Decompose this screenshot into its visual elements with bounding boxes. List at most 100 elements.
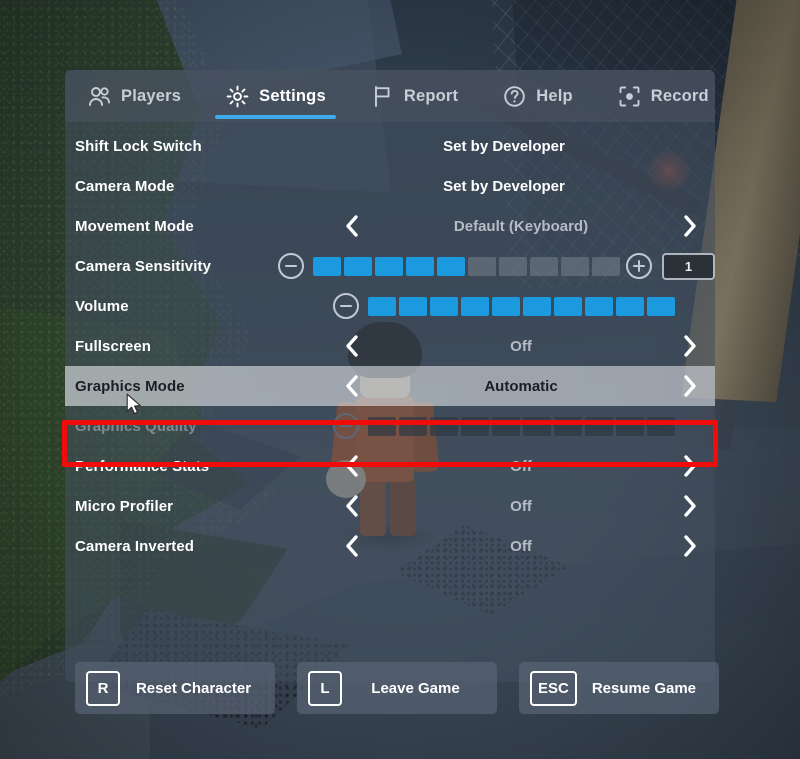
row-control: Off xyxy=(333,486,715,526)
slider-segment xyxy=(368,416,396,436)
tab-label: Help xyxy=(536,86,573,105)
chevron-left-icon[interactable] xyxy=(335,489,369,523)
row-value: Off xyxy=(510,497,532,515)
row-control: Off xyxy=(333,446,715,486)
tab-players[interactable]: Players xyxy=(65,70,203,122)
chevron-right-icon[interactable] xyxy=(673,369,707,403)
volume-slider[interactable] xyxy=(368,296,675,316)
chevron-right-icon[interactable] xyxy=(673,449,707,483)
slider-segment[interactable] xyxy=(592,256,620,276)
slider-segment[interactable] xyxy=(368,296,396,316)
reset-character-button[interactable]: R Reset Character xyxy=(75,662,275,714)
slider-segment[interactable] xyxy=(492,296,520,316)
slider-segment[interactable] xyxy=(616,296,644,316)
row-control: Set by Developer xyxy=(333,166,715,206)
decrease-button[interactable] xyxy=(333,293,359,319)
record-icon xyxy=(617,84,642,109)
graphics-quality-slider xyxy=(368,416,675,436)
row-label: Movement Mode xyxy=(75,217,194,235)
slider-segment[interactable] xyxy=(585,296,613,316)
settings-row: Performance Stats Off xyxy=(65,446,715,486)
slider-segment[interactable] xyxy=(523,296,551,316)
row-label: Volume xyxy=(75,297,129,315)
row-value: Off xyxy=(510,537,532,555)
leave-game-button[interactable]: L Leave Game xyxy=(297,662,497,714)
minus-icon xyxy=(340,424,352,428)
decrease-button xyxy=(333,413,359,439)
slider-segment[interactable] xyxy=(399,296,427,316)
tab-report[interactable]: Report xyxy=(348,70,480,122)
tab-label: Report xyxy=(403,86,459,105)
increase-button[interactable] xyxy=(626,253,652,279)
slider-segment[interactable] xyxy=(647,296,675,316)
row-label: Graphics Mode xyxy=(75,377,185,395)
camera-sensitivity-slider[interactable] xyxy=(313,256,620,276)
slider-segment xyxy=(647,416,675,436)
slider-segment[interactable] xyxy=(499,256,527,276)
chevron-right-icon[interactable] xyxy=(673,329,707,363)
slider-segment xyxy=(554,416,582,436)
key-hint: ESC xyxy=(530,670,577,706)
slider-segment[interactable] xyxy=(561,256,589,276)
row-label: Graphics Quality xyxy=(75,417,197,435)
resume-game-button[interactable]: ESC Resume Game xyxy=(519,662,719,714)
slider-segment xyxy=(492,416,520,436)
row-control: Set by Developer xyxy=(333,126,715,166)
tab-label: Players xyxy=(121,86,182,105)
slider-segment[interactable] xyxy=(375,256,403,276)
question-icon xyxy=(502,84,527,109)
slider-segment[interactable] xyxy=(430,296,458,316)
row-control xyxy=(333,406,715,446)
menu-tab-bar: Players Settings Report Help Record xyxy=(65,70,715,122)
slider-segment[interactable] xyxy=(406,256,434,276)
row-control xyxy=(333,286,715,326)
minus-icon xyxy=(285,264,297,268)
camera-sensitivity-input[interactable]: 1 xyxy=(662,252,715,280)
gear-icon xyxy=(225,84,250,109)
settings-row: Graphics Quality xyxy=(65,406,715,446)
button-label: Reset Character xyxy=(135,679,252,697)
row-value: Set by Developer xyxy=(443,177,565,195)
flag-icon xyxy=(370,84,395,109)
slider-segment[interactable] xyxy=(344,256,372,276)
row-control: Automatic xyxy=(333,366,715,406)
chevron-left-icon[interactable] xyxy=(335,529,369,563)
settings-row: Micro Profiler Off xyxy=(65,486,715,526)
chevron-left-icon[interactable] xyxy=(335,209,369,243)
settings-row: Camera Sensitivity 1 xyxy=(65,246,715,286)
slider-segment[interactable] xyxy=(461,296,489,316)
key-hint: L xyxy=(308,670,342,706)
settings-panel: Shift Lock Switch Set by Developer Camer… xyxy=(62,122,719,714)
settings-row: Volume xyxy=(65,286,715,326)
slider-segment[interactable] xyxy=(313,256,341,276)
slider-segment xyxy=(461,416,489,436)
chevron-left-icon[interactable] xyxy=(335,449,369,483)
chevron-right-icon[interactable] xyxy=(673,529,707,563)
row-control: 1 xyxy=(278,246,715,286)
row-control: Default (Keyboard) xyxy=(333,206,715,246)
tab-record[interactable]: Record xyxy=(595,70,731,122)
row-label: Camera Inverted xyxy=(75,537,195,555)
decrease-button[interactable] xyxy=(278,253,304,279)
slider-segment[interactable] xyxy=(554,296,582,316)
settings-row-graphics-mode[interactable]: Graphics Mode Automatic xyxy=(65,366,715,406)
slider-segment xyxy=(399,416,427,436)
chevron-left-icon[interactable] xyxy=(335,369,369,403)
slider-segment[interactable] xyxy=(468,256,496,276)
chevron-left-icon[interactable] xyxy=(335,329,369,363)
row-label: Fullscreen xyxy=(75,337,152,355)
slider-segment[interactable] xyxy=(437,256,465,276)
tab-settings[interactable]: Settings xyxy=(203,70,348,122)
row-value: Off xyxy=(510,457,532,475)
row-label: Camera Mode xyxy=(75,177,175,195)
chevron-right-icon[interactable] xyxy=(673,209,707,243)
active-tab-underline xyxy=(215,115,336,119)
row-label: Camera Sensitivity xyxy=(75,257,212,275)
tab-help[interactable]: Help xyxy=(480,70,595,122)
tab-label: Record xyxy=(650,86,709,105)
slider-segment[interactable] xyxy=(530,256,558,276)
settings-menu: Players Settings Report Help Record Shif… xyxy=(62,70,719,714)
chevron-right-icon[interactable] xyxy=(673,489,707,523)
tab-label: Settings xyxy=(259,86,326,105)
slider-segment xyxy=(523,416,551,436)
